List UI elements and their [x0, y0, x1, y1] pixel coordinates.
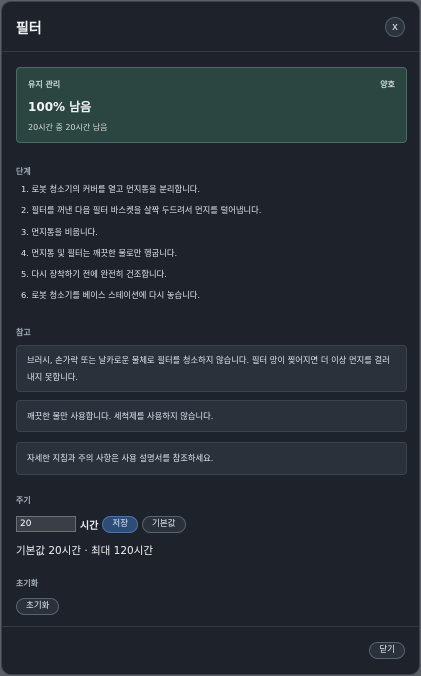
step-item: 3. 먼지통을 비웁니다. [21, 226, 98, 237]
note-text: 브러시, 손가락 또는 날카로운 물체로 필터를 청소하지 않습니다. 필터 망… [27, 354, 390, 382]
step-item: 6. 로봇 청소기를 베이스 스테이션에 다시 놓습니다. [21, 290, 201, 301]
save-button[interactable]: 저장 [102, 515, 139, 533]
status-label: 유지 관리 [28, 80, 61, 89]
period-heading: 주기 [16, 496, 31, 505]
filter-dialog: 필터 x 유지 관리 양호 100% 남음 20시간 중 20시간 남음 단계 … [1, 1, 420, 675]
close-icon-button[interactable]: x [385, 17, 405, 37]
dialog-footer: 닫기 [2, 626, 419, 674]
maintenance-status-card: 유지 관리 양호 100% 남음 20시간 중 20시간 남음 [16, 67, 407, 143]
dialog-header: 필터 x [2, 2, 419, 52]
step-item: 1. 로봇 청소기의 커버를 열고 먼지통을 분리합니다. [21, 184, 201, 194]
note-card: 깨끗한 물만 사용합니다. 세척제를 사용하지 않습니다. [16, 400, 407, 432]
period-limits: 기본값 20시간 · 최대 120시간 [16, 545, 154, 557]
note-card: 브러시, 손가락 또는 날카로운 물체로 필터를 청소하지 않습니다. 필터 망… [16, 345, 407, 392]
dialog-title: 필터 [16, 21, 42, 37]
steps-heading: 단계 [16, 167, 31, 176]
notes-heading: 참고 [16, 328, 31, 337]
step-item: 4. 먼지통 및 필터는 깨끗한 물로만 헹굽니다. [21, 247, 178, 258]
dialog-body: 유지 관리 양호 100% 남음 20시간 중 20시간 남음 단계 1. 로봇… [2, 52, 419, 626]
status-state: 양호 [380, 80, 395, 89]
default-button[interactable]: 기본값 [142, 515, 186, 533]
status-value: 100% 남음 [28, 100, 92, 114]
reset-button[interactable]: 초기화 [16, 598, 60, 615]
period-hours-input[interactable] [16, 516, 76, 532]
note-text: 자세한 지침과 주의 사항은 사용 설명서를 참조하세요. [27, 453, 214, 463]
period-row: 시간 저장 기본값 [16, 514, 186, 534]
note-card: 자세한 지침과 주의 사항은 사용 설명서를 참조하세요. [16, 442, 407, 475]
note-text: 깨끗한 물만 사용합니다. 세척제를 사용하지 않습니다. [27, 410, 214, 421]
period-unit: 시간 [80, 520, 99, 532]
step-item: 2. 필터를 꺼낸 다음 필터 바스켓을 살짝 두드려서 먼지를 털어냅니다. [21, 205, 262, 216]
steps-list: 1. 로봇 청소기의 커버를 열고 먼지통을 분리합니다. 2. 필터를 꺼낸 … [21, 183, 261, 311]
close-button[interactable]: 닫기 [369, 642, 405, 659]
reset-heading: 초기화 [16, 579, 39, 588]
status-detail: 20시간 중 20시간 남음 [28, 123, 108, 132]
step-item: 5. 다시 장착하기 전에 완전히 건조합니다. [21, 269, 167, 280]
